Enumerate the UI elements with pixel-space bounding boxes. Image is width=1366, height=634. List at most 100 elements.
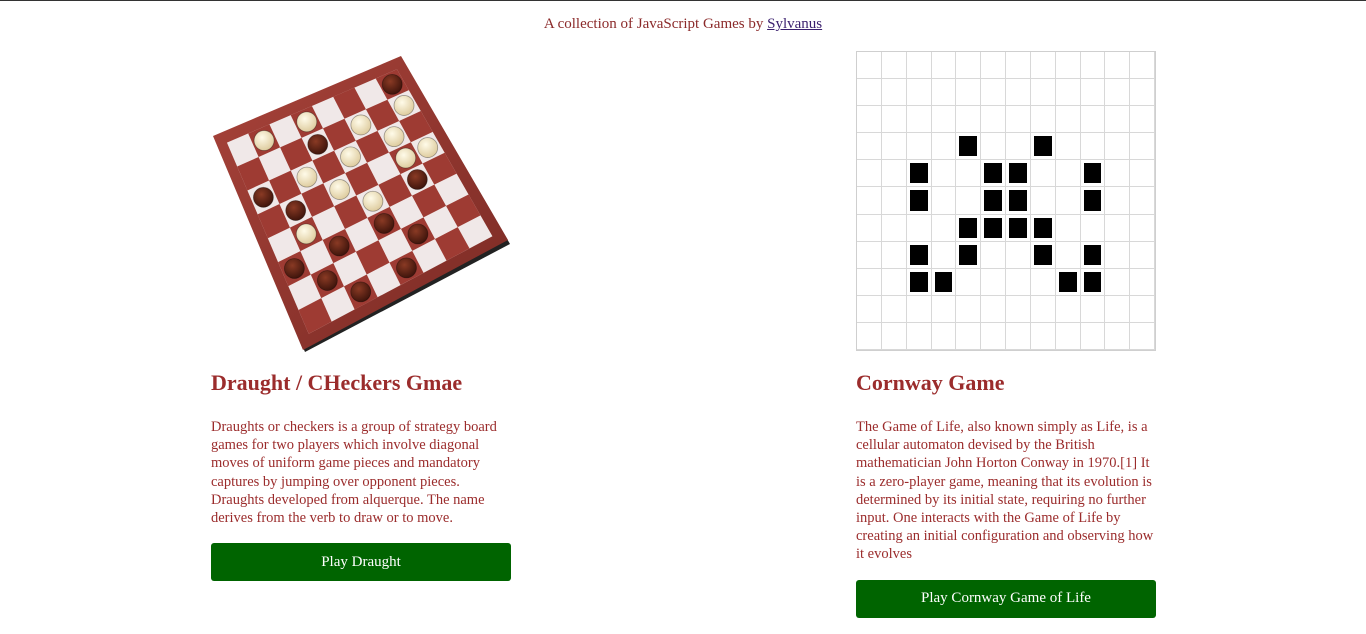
grid-cell[interactable] [857,322,882,350]
grid-cell[interactable] [1055,52,1081,80]
grid-cell[interactable] [981,133,1006,161]
live-cell[interactable] [981,187,1006,215]
grid-cell[interactable] [1130,214,1155,242]
live-cell[interactable] [956,241,982,269]
grid-cell[interactable] [881,295,907,323]
grid-cell[interactable] [956,52,982,80]
grid-cell[interactable] [1006,268,1031,296]
live-cell[interactable] [1030,133,1056,161]
grid-cell[interactable] [1130,52,1155,80]
grid-cell[interactable] [1006,322,1031,350]
grid-cell[interactable] [981,241,1006,269]
live-cell[interactable] [906,241,932,269]
grid-cell[interactable] [1055,295,1081,323]
grid-cell[interactable] [857,241,882,269]
grid-cell[interactable] [1080,322,1106,350]
grid-cell[interactable] [1030,187,1056,215]
live-cell[interactable] [1030,241,1056,269]
grid-cell[interactable] [956,322,982,350]
grid-cell[interactable] [956,160,982,188]
grid-cell[interactable] [1055,214,1081,242]
grid-cell[interactable] [1006,52,1031,80]
grid-cell[interactable] [1006,241,1031,269]
grid-cell[interactable] [931,52,957,80]
grid-cell[interactable] [981,52,1006,80]
grid-cell[interactable] [1105,106,1131,134]
grid-cell[interactable] [1105,241,1131,269]
grid-cell[interactable] [1080,214,1106,242]
grid-cell[interactable] [1130,79,1155,107]
grid-cell[interactable] [981,79,1006,107]
live-cell[interactable] [1006,187,1031,215]
grid-cell[interactable] [906,106,932,134]
grid-cell[interactable] [1055,79,1081,107]
grid-cell[interactable] [981,106,1006,134]
grid-cell[interactable] [1105,187,1131,215]
grid-cell[interactable] [956,79,982,107]
grid-cell[interactable] [1030,322,1056,350]
grid-cell[interactable] [1055,322,1081,350]
grid-cell[interactable] [906,322,932,350]
grid-cell[interactable] [931,160,957,188]
live-cell[interactable] [1080,160,1106,188]
grid-cell[interactable] [881,214,907,242]
grid-cell[interactable] [1105,133,1131,161]
grid-cell[interactable] [981,322,1006,350]
grid-cell[interactable] [1105,160,1131,188]
grid-cell[interactable] [1030,52,1056,80]
live-cell[interactable] [981,214,1006,242]
grid-cell[interactable] [906,79,932,107]
grid-cell[interactable] [931,241,957,269]
grid-cell[interactable] [857,106,882,134]
live-cell[interactable] [1055,268,1081,296]
grid-cell[interactable] [857,133,882,161]
grid-cell[interactable] [931,79,957,107]
grid-cell[interactable] [931,214,957,242]
grid-cell[interactable] [857,187,882,215]
grid-cell[interactable] [1055,106,1081,134]
grid-cell[interactable] [1130,322,1155,350]
grid-cell[interactable] [1080,106,1106,134]
grid-cell[interactable] [1130,133,1155,161]
grid-cell[interactable] [1080,133,1106,161]
live-cell[interactable] [906,268,932,296]
live-cell[interactable] [956,133,982,161]
grid-cell[interactable] [1055,160,1081,188]
grid-cell[interactable] [881,52,907,80]
grid-cell[interactable] [1006,295,1031,323]
grid-cell[interactable] [1055,133,1081,161]
grid-cell[interactable] [881,268,907,296]
grid-cell[interactable] [956,187,982,215]
grid-cell[interactable] [857,268,882,296]
grid-cell[interactable] [1105,268,1131,296]
grid-cell[interactable] [857,295,882,323]
grid-cell[interactable] [931,133,957,161]
grid-cell[interactable] [981,295,1006,323]
live-cell[interactable] [1030,214,1056,242]
grid-cell[interactable] [981,268,1006,296]
grid-cell[interactable] [1080,295,1106,323]
grid-cell[interactable] [857,160,882,188]
grid-cell[interactable] [1105,52,1131,80]
live-cell[interactable] [1006,160,1031,188]
grid-cell[interactable] [881,106,907,134]
live-cell[interactable] [906,160,932,188]
live-cell[interactable] [1006,214,1031,242]
grid-cell[interactable] [931,295,957,323]
play-draught-button[interactable]: Play Draught [211,543,511,582]
grid-cell[interactable] [881,133,907,161]
grid-cell[interactable] [1130,295,1155,323]
author-link[interactable]: Sylvanus [767,16,822,32]
grid-cell[interactable] [1055,241,1081,269]
grid-cell[interactable] [906,133,932,161]
grid-cell[interactable] [1030,160,1056,188]
live-cell[interactable] [1080,268,1106,296]
grid-cell[interactable] [1030,79,1056,107]
grid-cell[interactable] [881,187,907,215]
grid-cell[interactable] [1105,214,1131,242]
grid-cell[interactable] [906,295,932,323]
grid-cell[interactable] [956,295,982,323]
grid-cell[interactable] [1080,79,1106,107]
grid-cell[interactable] [1006,79,1031,107]
grid-cell[interactable] [1130,106,1155,134]
